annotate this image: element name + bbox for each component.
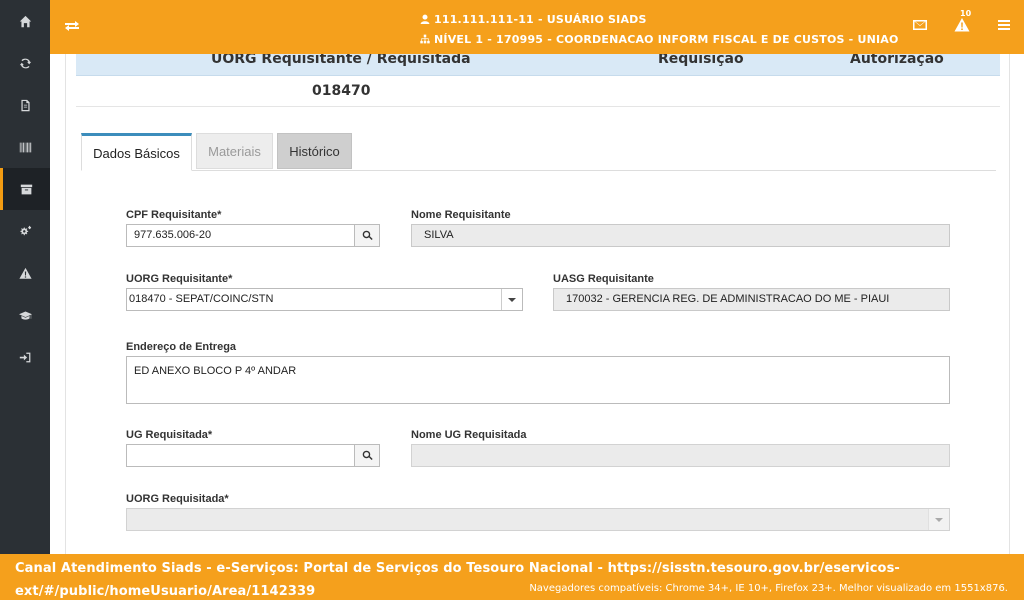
warning-icon xyxy=(18,267,32,279)
user-name: 111.111.111-11 - USUÁRIO SIADS xyxy=(434,13,647,26)
ug-search-button[interactable] xyxy=(354,444,380,467)
chevron-down-icon[interactable] xyxy=(501,289,522,310)
swap-button[interactable] xyxy=(64,18,80,34)
uorg-requisitada-select[interactable] xyxy=(126,508,950,531)
nome-requisitante-field: SILVA xyxy=(411,224,950,247)
sidebar-item-home[interactable] xyxy=(0,0,50,42)
endereco-textarea[interactable]: ED ANEXO BLOCO P 4º ANDAR xyxy=(126,356,950,404)
sidebar-item-settings[interactable] xyxy=(0,210,50,252)
cogs-icon xyxy=(19,225,31,235)
sign-in-icon xyxy=(19,352,30,362)
sidebar-item-refresh[interactable] xyxy=(0,42,50,84)
graduation-cap-icon xyxy=(18,310,32,320)
main-content: UORG Requisitante / Requisitada Requisiç… xyxy=(65,54,1010,554)
document-icon xyxy=(20,99,30,111)
messages-button[interactable] xyxy=(912,17,928,33)
sidebar-item-document[interactable] xyxy=(0,84,50,126)
sidebar-item-alerts[interactable] xyxy=(0,252,50,294)
tab-bar: Dados Básicos Materiais Histórico xyxy=(81,133,996,171)
sidebar-item-barcode[interactable] xyxy=(0,126,50,168)
sitemap-icon xyxy=(420,31,430,44)
cpf-search-button[interactable] xyxy=(354,224,380,247)
footer-compat-note: Navegadores compatíveis: Chrome 34+, IE … xyxy=(529,583,1008,594)
archive-icon xyxy=(20,184,33,194)
cpf-label: CPF Requisitante* xyxy=(126,209,222,221)
barcode-icon xyxy=(19,142,31,152)
endereco-label: Endereço de Entrega xyxy=(126,341,237,353)
warning-icon xyxy=(954,18,970,32)
col-header-autorizacao: Autorização xyxy=(850,54,944,67)
home-icon xyxy=(19,15,31,27)
refresh-icon xyxy=(19,58,31,68)
user-icon xyxy=(420,11,430,24)
tab-materiais[interactable]: Materiais xyxy=(196,133,273,169)
chevron-down-icon xyxy=(928,509,949,530)
menu-button[interactable] xyxy=(996,17,1012,33)
sidebar-item-training[interactable] xyxy=(0,294,50,336)
col-header-requisicao: Requisição xyxy=(658,54,744,67)
uasg-requisitante-label: UASG Requisitante xyxy=(553,273,654,285)
ug-requisitada-label: UG Requisitada* xyxy=(126,429,213,441)
tab-dados-basicos[interactable]: Dados Básicos xyxy=(81,133,192,171)
uorg-requisitante-label: UORG Requisitante* xyxy=(126,273,233,285)
nome-ug-requisitada-label: Nome UG Requisitada xyxy=(411,429,527,441)
exchange-icon xyxy=(65,21,79,31)
top-header: 111.111.111-11 - USUÁRIO SIADS NÍVEL 1 -… xyxy=(50,0,1024,54)
sidebar xyxy=(0,0,50,554)
alerts-button[interactable]: 10 xyxy=(954,9,971,33)
cell-uorg: 018470 xyxy=(312,83,371,99)
nome-requisitante-label: Nome Requisitante xyxy=(411,209,511,221)
user-level: NÍVEL 1 - 170995 - COORDENACAO INFORM FI… xyxy=(434,33,899,46)
sidebar-item-logout[interactable] xyxy=(0,336,50,378)
uasg-requisitante-field: 170032 - GERENCIA REG. DE ADMINISTRACAO … xyxy=(553,288,950,311)
cpf-input[interactable]: 977.635.006-20 xyxy=(126,224,355,247)
tab-historico[interactable]: Histórico xyxy=(277,133,352,169)
uorg-requisitante-value: 018470 - SEPAT/COINC/STN xyxy=(129,293,274,305)
nome-ug-requisitada-field xyxy=(411,444,950,467)
table-header: UORG Requisitante / Requisitada Requisiç… xyxy=(76,54,1000,76)
envelope-icon xyxy=(913,20,927,30)
alerts-count-badge: 10 xyxy=(960,9,972,18)
table-row[interactable]: 018470 xyxy=(76,76,1000,107)
uorg-requisitada-label: UORG Requisitada* xyxy=(126,493,229,505)
ug-requisitada-input[interactable] xyxy=(126,444,355,467)
search-icon xyxy=(362,450,373,460)
search-icon xyxy=(362,230,373,240)
uorg-requisitante-select[interactable]: 018470 - SEPAT/COINC/STN xyxy=(126,288,523,311)
footer: Canal Atendimento Siads - e-Serviços: Po… xyxy=(0,554,1024,600)
sidebar-item-archive[interactable] xyxy=(0,168,50,210)
user-info: 111.111.111-11 - USUÁRIO SIADS NÍVEL 1 -… xyxy=(420,10,899,50)
col-header-uorg: UORG Requisitante / Requisitada xyxy=(211,54,471,67)
hamburger-icon xyxy=(998,20,1010,30)
